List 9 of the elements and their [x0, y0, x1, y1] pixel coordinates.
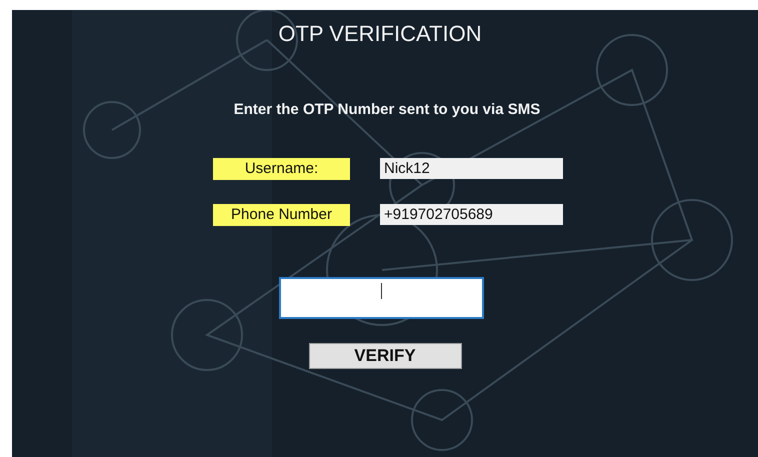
text-cursor — [380, 283, 382, 299]
form-title: OTP VERIFICATION — [278, 20, 482, 48]
field-label: Phone Number — [213, 204, 350, 226]
instruction-text: Enter the OTP Number sent to you via SMS — [234, 100, 540, 120]
field-label: Username: — [213, 158, 350, 180]
text-field[interactable]: +919702705689 — [380, 204, 563, 225]
verify-button[interactable]: VERIFY — [308, 343, 462, 369]
otp-input-field[interactable] — [278, 277, 484, 319]
text-field[interactable]: Nick12 — [380, 158, 563, 179]
